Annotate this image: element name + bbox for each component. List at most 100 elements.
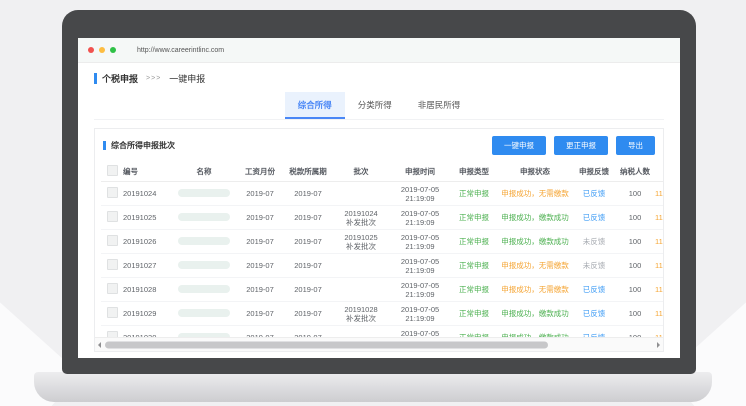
row-checkbox[interactable] <box>107 283 118 294</box>
table-row: 201910242019-072019-072019-07-0521:19:09… <box>101 182 663 206</box>
cell-declare-type: 正常申报 <box>451 285 497 294</box>
correction-declare-button[interactable]: 更正申报 <box>554 136 608 155</box>
cell-declare-status: 申报成功，缴款成功 <box>497 213 573 222</box>
minimize-icon[interactable] <box>99 47 105 53</box>
cell-declare-feedback[interactable]: 已反馈 <box>573 189 615 198</box>
cell-declare-status: 申报成功，无需缴款 <box>497 285 573 294</box>
one-click-declare-button[interactable]: 一键申报 <box>492 136 546 155</box>
panel-header: 综合所得申报批次 一键申报 更正申报 导出 <box>95 129 663 161</box>
select-all-checkbox[interactable] <box>107 165 118 176</box>
row-checkbox[interactable] <box>107 307 118 318</box>
panel-title: 综合所得申报批次 <box>111 140 175 151</box>
cell-clipped-amount: 11 <box>655 237 663 246</box>
breadcrumb-page: 一键申报 <box>169 72 205 85</box>
export-button[interactable]: 导出 <box>616 136 655 155</box>
cell-taxpayer-count: 100 <box>615 237 655 246</box>
cell-declare-feedback[interactable]: 已反馈 <box>573 285 615 294</box>
cell-batch-id: 20191029 <box>123 309 171 318</box>
column-header: 编号 <box>123 167 171 176</box>
tab-nonresident-income[interactable]: 非居民所得 <box>405 92 474 119</box>
cell-declare-feedback[interactable]: 已反馈 <box>573 213 615 222</box>
table-row: 201910272019-072019-072019-07-0521:19:09… <box>101 254 663 278</box>
table-row: 20191028 2019-072019-07 2019-07-0521:19:09… <box>101 278 663 302</box>
tab-comprehensive-income[interactable]: 综合所得 <box>285 92 345 119</box>
cell-tax-period: 2019-07 <box>283 285 333 294</box>
url-text: http://www.careerintlinc.com <box>137 47 224 54</box>
breadcrumb-section: 个税申报 <box>102 72 138 85</box>
cell-declare-feedback[interactable]: 未反馈 <box>573 261 615 270</box>
tab-bar: 综合所得 分类所得 非居民所得 <box>94 92 664 120</box>
column-header: 批次 <box>333 167 389 176</box>
row-checkbox[interactable] <box>107 187 118 198</box>
cell-batch-id: 20191028 <box>123 285 171 294</box>
name-placeholder <box>178 261 230 269</box>
cell-name <box>171 309 237 319</box>
checkbox-cell <box>101 283 123 296</box>
mockup-stage: http://www.careerintlinc.com 个税申报 >>> 一键… <box>0 0 746 406</box>
cell-clipped-amount: 11 <box>655 285 663 294</box>
cell-declare-type: 正常申报 <box>451 213 497 222</box>
column-header: 名称 <box>171 167 237 176</box>
cell-declare-feedback[interactable]: 已反馈 <box>573 309 615 318</box>
header-checkbox-cell <box>101 165 123 178</box>
cell-salary-month: 2019-07 <box>237 213 283 222</box>
row-checkbox[interactable] <box>107 211 118 222</box>
cell-tax-period: 2019-07 <box>283 189 333 198</box>
cell-batch-id: 20191025 <box>123 213 171 222</box>
cell-declare-status: 申报成功，缴款成功 <box>497 237 573 246</box>
cell-clipped-amount: 11 <box>655 189 663 198</box>
checkbox-cell <box>101 211 123 224</box>
cell-declare-type: 正常申报 <box>451 237 497 246</box>
cell-clipped-amount: 11 <box>655 213 663 222</box>
name-placeholder <box>178 213 230 221</box>
cell-taxpayer-count: 100 <box>615 189 655 198</box>
scroll-right-icon[interactable] <box>657 342 660 348</box>
cell-tax-period: 2019-07 <box>283 309 333 318</box>
maximize-icon[interactable] <box>110 47 116 53</box>
horizontal-scrollbar[interactable] <box>95 337 663 351</box>
close-icon[interactable] <box>88 47 94 53</box>
cell-declare-time: 2019-07-0521:19:09 <box>389 281 451 299</box>
cell-name <box>171 213 237 223</box>
name-placeholder <box>178 309 230 317</box>
cell-taxpayer-count: 100 <box>615 213 655 222</box>
cell-batch: 20191025补发批次 <box>333 233 389 251</box>
column-header: 申报反馈 <box>573 167 615 176</box>
checkbox-cell <box>101 259 123 272</box>
cell-name <box>171 237 237 247</box>
scrollbar-thumb[interactable] <box>105 341 548 348</box>
scroll-left-icon[interactable] <box>98 342 101 348</box>
table-body: 201910242019-072019-072019-07-0521:19:09… <box>101 182 663 337</box>
cell-declare-feedback[interactable]: 未反馈 <box>573 237 615 246</box>
cell-declare-time: 2019-07-0521:19:09 <box>389 185 451 203</box>
batch-table: 编号名称工资月份税款所属期批次申报时间申报类型申报状态申报反馈纳税人数汇 201… <box>95 161 663 337</box>
accent-bar <box>94 73 97 84</box>
table-row: 201910262019-072019-0720191025补发批次2019-0… <box>101 230 663 254</box>
breadcrumb: 个税申报 >>> 一键申报 <box>78 63 680 90</box>
tab-classified-income[interactable]: 分类所得 <box>345 92 405 119</box>
cell-batch: 20191024补发批次 <box>333 209 389 227</box>
row-checkbox[interactable] <box>107 235 118 246</box>
cell-clipped-amount: 11 <box>655 261 663 270</box>
cell-taxpayer-count: 100 <box>615 309 655 318</box>
cell-declare-status: 申报成功，缴款成功 <box>497 309 573 318</box>
cell-tax-period: 2019-07 <box>283 213 333 222</box>
row-checkbox[interactable] <box>107 259 118 270</box>
cell-salary-month: 2019-07 <box>237 285 283 294</box>
column-header: 工资月份 <box>237 167 283 176</box>
cell-declare-status: 申报成功，无需缴款 <box>497 261 573 270</box>
name-placeholder <box>178 237 230 245</box>
checkbox-cell <box>101 187 123 200</box>
column-header: 申报时间 <box>389 167 451 176</box>
cell-salary-month: 2019-07 <box>237 189 283 198</box>
table-row: 201910292019-072019-0720191028补发批次2019-0… <box>101 302 663 326</box>
name-placeholder <box>178 285 230 293</box>
table-row: 201910302019-072019-072019-07-0521:19:09… <box>101 326 663 337</box>
cell-salary-month: 2019-07 <box>237 309 283 318</box>
panel-actions: 一键申报 更正申报 导出 <box>492 136 655 155</box>
name-placeholder <box>178 189 230 197</box>
cell-declare-type: 正常申报 <box>451 309 497 318</box>
cell-taxpayer-count: 100 <box>615 285 655 294</box>
cell-salary-month: 2019-07 <box>237 261 283 270</box>
cell-tax-period: 2019-07 <box>283 237 333 246</box>
